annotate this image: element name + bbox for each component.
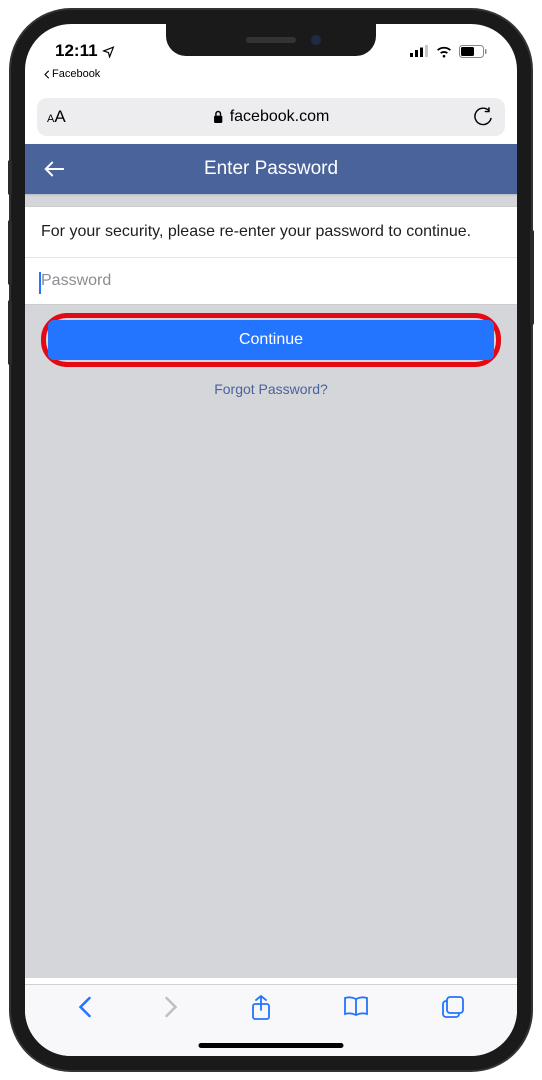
breadcrumb-label: Facebook <box>52 68 100 80</box>
url-display: facebook.com <box>213 108 330 126</box>
status-time: 12:11 <box>55 41 98 61</box>
url-text: facebook.com <box>230 108 330 126</box>
nav-forward-button <box>164 995 179 1019</box>
fb-header-title: Enter Password <box>204 158 338 180</box>
battery-icon <box>459 45 487 58</box>
wifi-icon <box>435 45 453 58</box>
volume-up <box>8 220 12 285</box>
lock-icon <box>213 110 224 124</box>
volume-down <box>8 300 12 365</box>
share-button[interactable] <box>251 995 271 1021</box>
notch <box>166 24 376 56</box>
bookmarks-button[interactable] <box>343 995 369 1017</box>
forgot-password-link[interactable]: Forgot Password? <box>25 381 517 397</box>
chevron-left-icon <box>77 995 92 1019</box>
breadcrumb-back[interactable]: Facebook <box>43 68 100 80</box>
power-button <box>530 230 534 325</box>
password-input[interactable] <box>41 272 248 290</box>
reader-aa-button[interactable]: AA <box>47 107 66 127</box>
fb-back-button[interactable] <box>43 159 65 179</box>
book-icon <box>343 995 369 1017</box>
nav-back-button[interactable] <box>77 995 92 1019</box>
home-indicator[interactable] <box>199 1043 344 1048</box>
refresh-button[interactable] <box>474 107 493 127</box>
arrow-left-icon <box>43 159 65 179</box>
fb-header: Enter Password <box>25 144 517 194</box>
tabs-icon <box>441 995 465 1019</box>
chevron-right-icon <box>164 995 179 1019</box>
continue-button[interactable]: Continue <box>48 320 494 360</box>
tabs-button[interactable] <box>441 995 465 1019</box>
password-card: For your security, please re-enter your … <box>25 206 517 305</box>
screen: 12:11 Facebook AA facebook.com <box>25 24 517 1056</box>
annotation-highlight: Continue <box>41 313 501 367</box>
location-icon <box>102 45 115 58</box>
chevron-left-icon <box>43 70 50 79</box>
share-icon <box>251 995 271 1021</box>
mute-switch <box>8 160 12 195</box>
refresh-icon <box>474 107 493 127</box>
text-cursor <box>39 272 41 294</box>
security-prompt: For your security, please re-enter your … <box>25 207 517 258</box>
phone-frame: 12:11 Facebook AA facebook.com <box>11 10 531 1070</box>
cellular-icon <box>410 45 429 57</box>
url-bar[interactable]: AA facebook.com <box>37 98 505 136</box>
content-area: For your security, please re-enter your … <box>25 194 517 978</box>
